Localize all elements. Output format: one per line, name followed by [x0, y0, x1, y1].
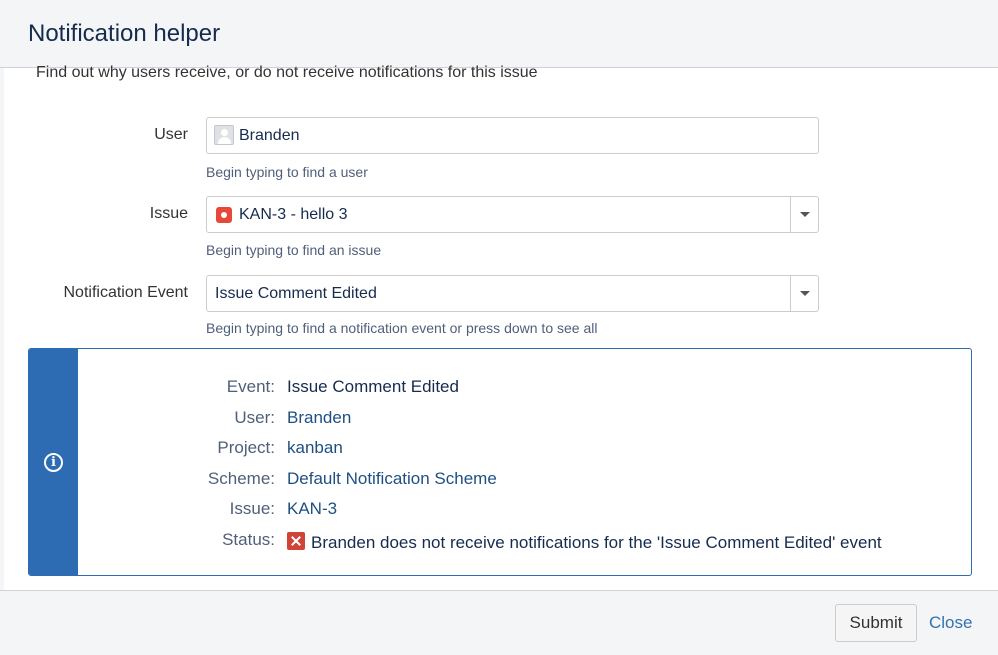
result-key: Status: — [222, 530, 275, 549]
result-row-project: Project: kanban — [29, 438, 969, 462]
dialog-description: Find out why users receive, or do not re… — [36, 64, 538, 81]
result-key: Scheme: — [207, 469, 275, 488]
issue-field-help: Begin typing to find an issue — [206, 242, 382, 258]
dialog-footer: Submit Close — [0, 590, 998, 655]
close-link[interactable]: Close — [929, 613, 972, 633]
result-row-event: Event: Issue Comment Edited — [29, 377, 969, 401]
submit-button[interactable]: Submit — [835, 604, 917, 642]
bug-icon — [216, 207, 232, 223]
chevron-down-icon — [800, 291, 810, 296]
issue-dropdown-toggle[interactable] — [790, 197, 818, 232]
error-icon — [287, 532, 305, 550]
chevron-down-icon — [800, 212, 810, 217]
dialog-title: Notification helper — [28, 20, 221, 47]
result-info-box: i Event: Issue Comment Edited User: Bran… — [28, 348, 972, 576]
result-key: Event: — [226, 377, 275, 396]
notification-helper-dialog: Notification helper Find out why users r… — [0, 0, 998, 655]
user-field-label: User — [154, 126, 188, 143]
result-issue-link[interactable]: KAN-3 — [287, 499, 337, 519]
result-key: User: — [234, 408, 275, 427]
issue-field[interactable]: KAN-3 - hello 3 — [206, 196, 819, 233]
issue-field-label: Issue — [149, 205, 188, 222]
result-status-value: Branden does not receive notifications f… — [287, 530, 882, 553]
avatar-icon — [214, 125, 234, 145]
dialog-header: Notification helper — [0, 0, 998, 68]
result-key: Issue: — [229, 499, 275, 518]
result-key: Project: — [217, 438, 275, 457]
user-field-value: Branden — [239, 127, 300, 144]
result-status-text: Branden does not receive notifications f… — [311, 533, 882, 552]
dialog-left-edge — [0, 68, 4, 590]
result-row-scheme: Scheme: Default Notification Scheme — [29, 469, 969, 493]
result-user-link[interactable]: Branden — [287, 408, 351, 428]
result-row-user: User: Branden — [29, 408, 969, 432]
issue-field-value: KAN-3 - hello 3 — [239, 206, 348, 223]
result-row-issue: Issue: KAN-3 — [29, 499, 969, 523]
user-field-help: Begin typing to find a user — [206, 164, 368, 180]
result-event-value: Issue Comment Edited — [287, 377, 459, 396]
event-dropdown-toggle[interactable] — [790, 276, 818, 311]
user-field[interactable]: Branden — [206, 117, 819, 154]
result-project-link[interactable]: kanban — [287, 438, 343, 458]
event-field[interactable]: Issue Comment Edited — [206, 275, 819, 312]
event-field-help: Begin typing to find a notification even… — [206, 320, 598, 336]
result-scheme-link[interactable]: Default Notification Scheme — [287, 469, 497, 489]
event-field-label: Notification Event — [63, 284, 188, 301]
event-field-value: Issue Comment Edited — [215, 285, 377, 302]
result-row-status: Status: Branden does not receive notific… — [29, 530, 969, 554]
